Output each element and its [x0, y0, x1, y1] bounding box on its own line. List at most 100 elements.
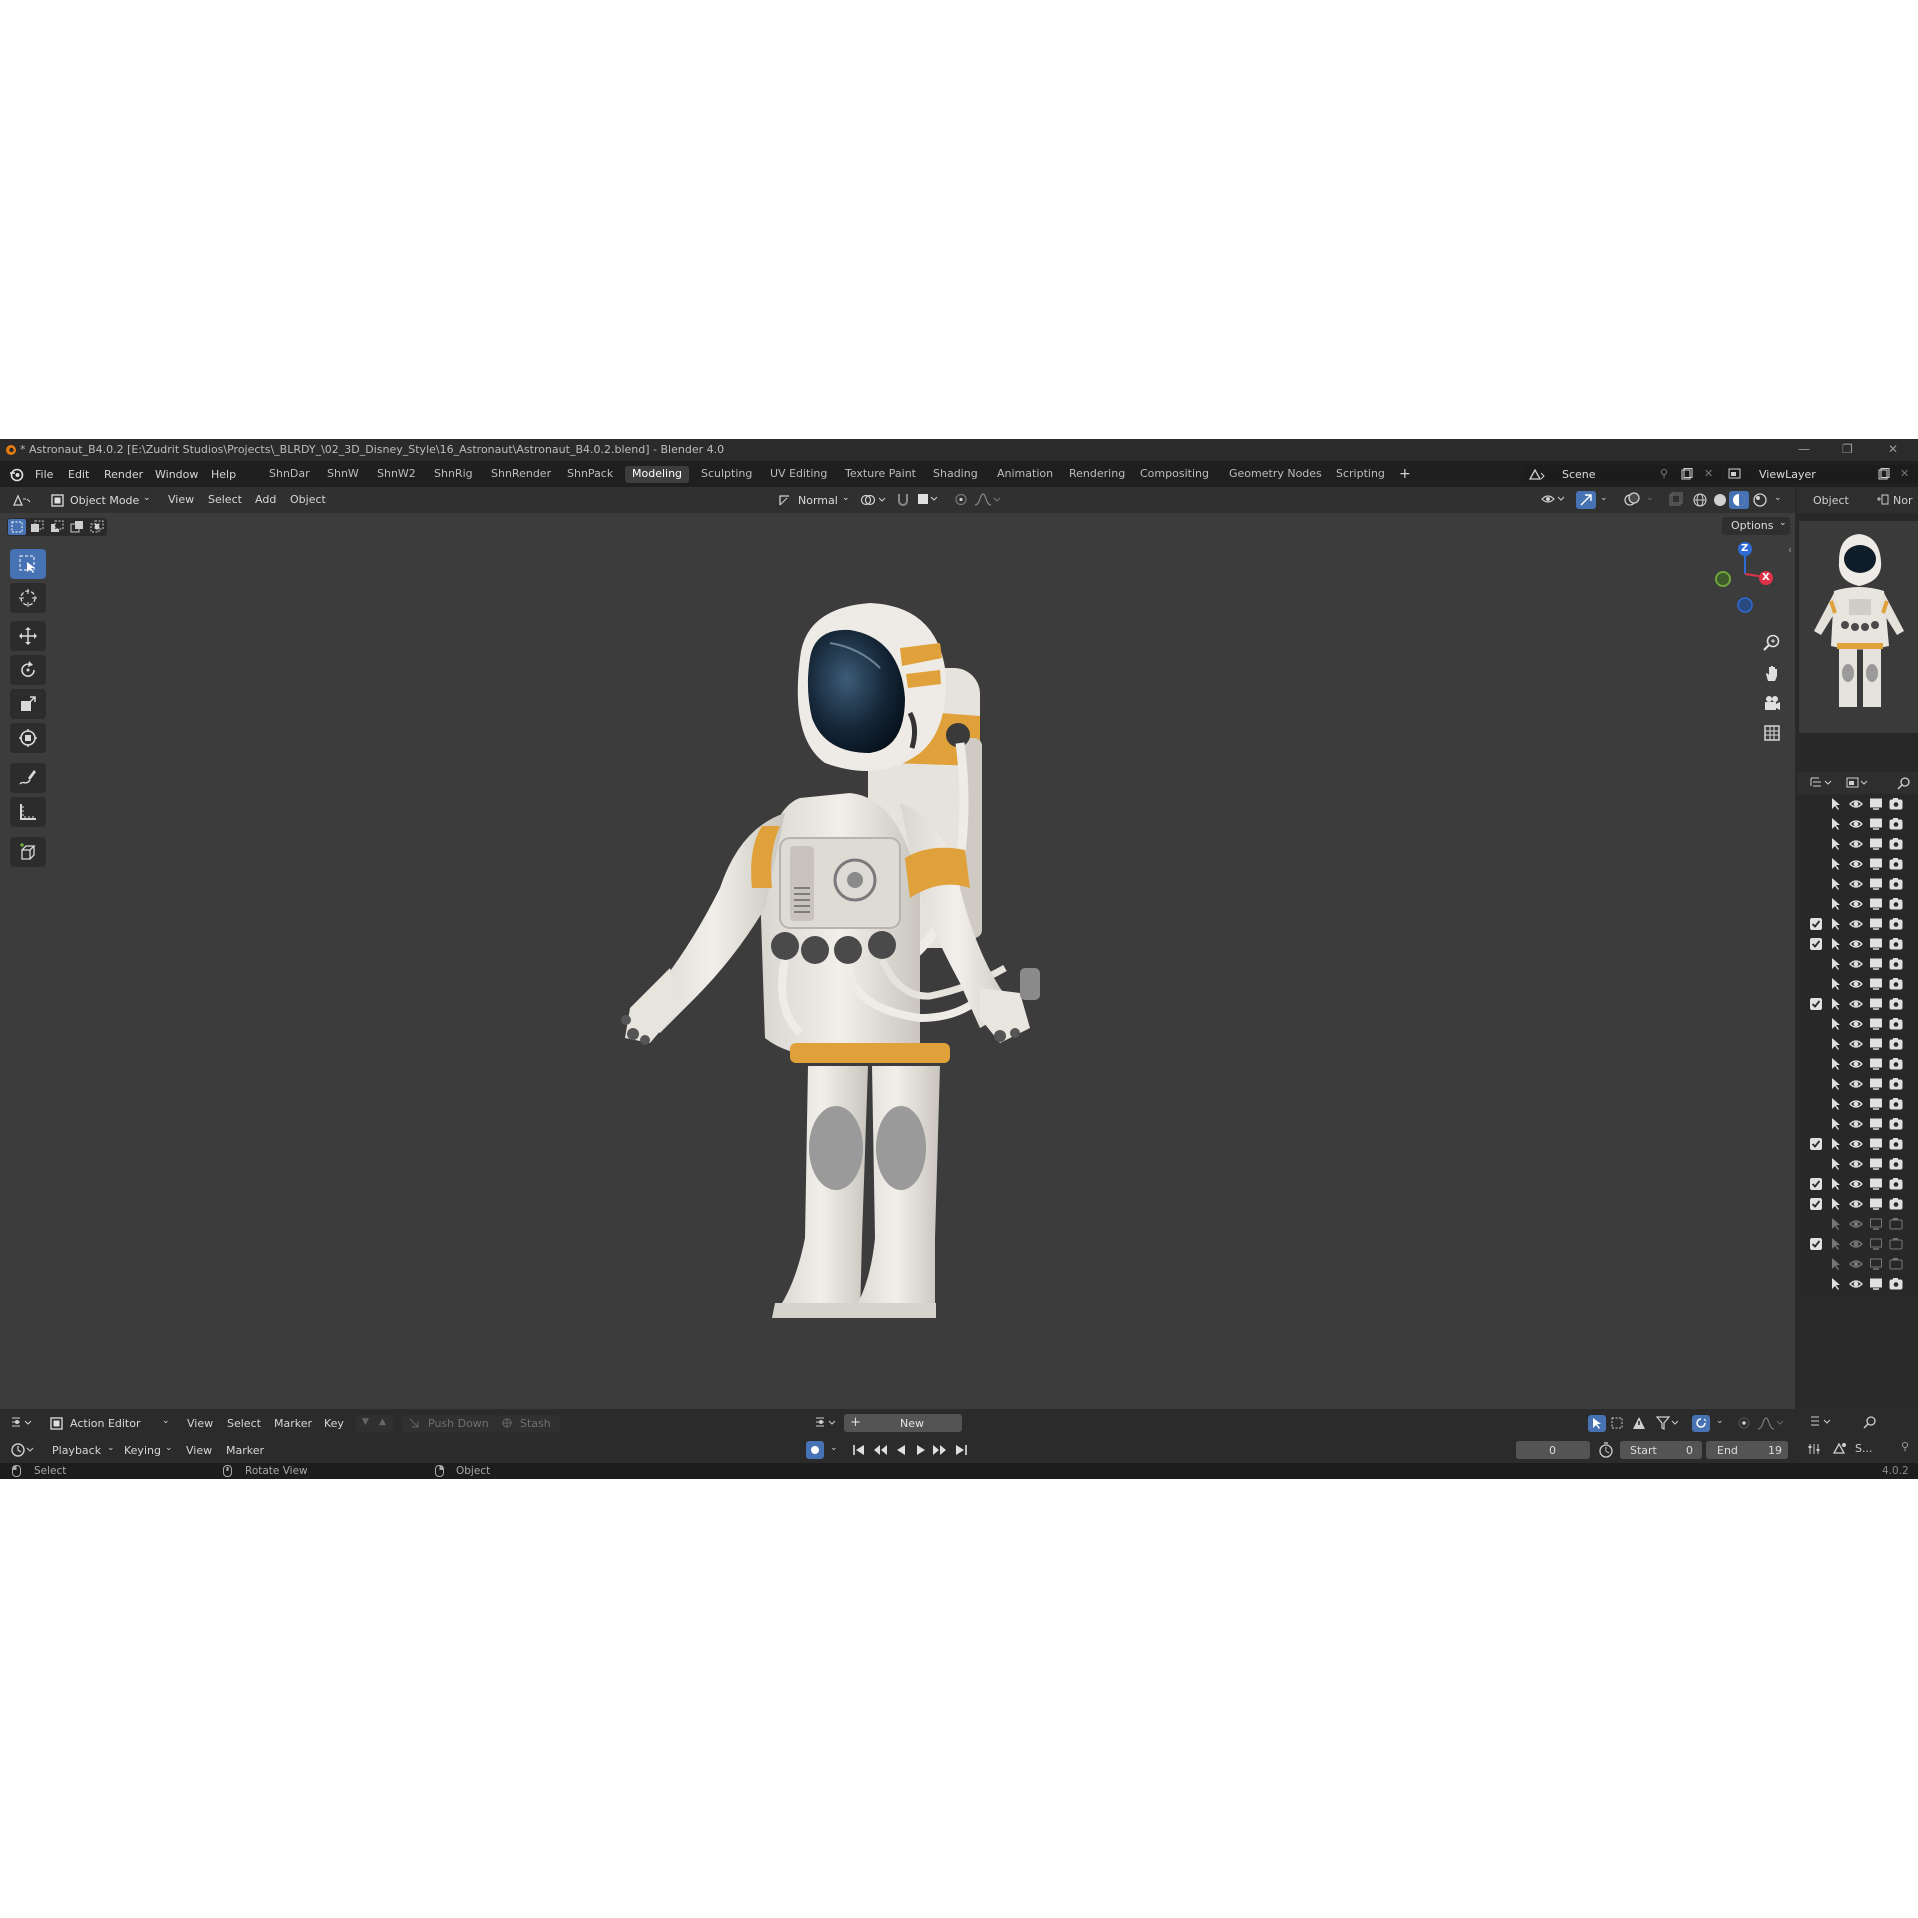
measure-tool[interactable] — [10, 797, 46, 827]
action-menu-marker[interactable]: Marker — [274, 1417, 312, 1430]
camera-render-icon[interactable] — [1889, 817, 1903, 831]
camera-render-icon[interactable] — [1889, 1257, 1903, 1271]
falloff-curve-icon[interactable] — [1757, 1416, 1785, 1430]
camera-render-icon[interactable] — [1889, 1277, 1903, 1291]
start-frame-field[interactable]: Start 0 — [1620, 1441, 1702, 1459]
outliner-row[interactable] — [1797, 1034, 1918, 1054]
minimize-button[interactable]: — — [1798, 442, 1810, 456]
rendered-shading-icon[interactable] — [1752, 492, 1768, 508]
wireframe-shading-icon[interactable] — [1692, 492, 1708, 508]
outliner-display-mode-icon[interactable] — [1809, 776, 1835, 790]
camera-render-icon[interactable] — [1889, 837, 1903, 851]
selectable-arrow-icon[interactable] — [1829, 1097, 1843, 1111]
new-action-button[interactable]: + New — [844, 1414, 962, 1432]
camera-render-icon[interactable] — [1889, 1237, 1903, 1251]
mode-selector[interactable]: Object Mode ⌄ — [48, 492, 154, 509]
selectable-arrow-icon[interactable] — [1829, 1137, 1843, 1151]
add-workspace-button[interactable]: + — [1399, 466, 1411, 482]
workspace-tab-compositing[interactable]: Compositing — [1133, 466, 1216, 483]
monitor-icon[interactable] — [1869, 997, 1883, 1011]
monitor-icon[interactable] — [1869, 1137, 1883, 1151]
tab-object[interactable]: Object — [1813, 494, 1849, 507]
outliner-row[interactable] — [1797, 1214, 1918, 1234]
view-object-types-icon[interactable] — [1540, 492, 1568, 507]
selectable-arrow-icon[interactable] — [1829, 1177, 1843, 1191]
eye-icon[interactable] — [1849, 877, 1863, 891]
workspace-tab-shnrig[interactable]: ShnRig — [427, 466, 480, 483]
outliner-row[interactable] — [1797, 1154, 1918, 1174]
monitor-icon[interactable] — [1869, 937, 1883, 951]
properties-editor-icon[interactable] — [1809, 1415, 1835, 1429]
camera-render-icon[interactable] — [1889, 1217, 1903, 1231]
move-tool[interactable] — [10, 621, 46, 651]
blender-menu-icon[interactable] — [9, 467, 24, 482]
monitor-icon[interactable] — [1869, 1117, 1883, 1131]
camera-render-icon[interactable] — [1889, 977, 1903, 991]
outliner-row[interactable] — [1797, 1134, 1918, 1154]
select-extend-icon[interactable] — [28, 519, 46, 535]
monitor-icon[interactable] — [1869, 1277, 1883, 1291]
material-preview-toggle[interactable] — [1729, 491, 1749, 509]
selectable-arrow-icon[interactable] — [1829, 1157, 1843, 1171]
monitor-icon[interactable] — [1869, 1257, 1883, 1271]
restore-button[interactable]: ❐ — [1842, 442, 1853, 456]
eye-icon[interactable] — [1849, 897, 1863, 911]
end-frame-field[interactable]: End 19 — [1706, 1441, 1788, 1459]
outliner-row[interactable] — [1797, 914, 1918, 934]
checkbox-icon[interactable] — [1809, 997, 1823, 1011]
sidebar-toggle-icon[interactable]: ‹ — [1788, 545, 1792, 556]
selectable-arrow-icon[interactable] — [1829, 1117, 1843, 1131]
eye-icon[interactable] — [1849, 817, 1863, 831]
selectable-arrow-icon[interactable] — [1829, 1017, 1843, 1031]
workspace-tab-shnrender[interactable]: ShnRender — [484, 466, 558, 483]
astronaut-model[interactable] — [600, 588, 1100, 1318]
checkbox-icon[interactable] — [1809, 1177, 1823, 1191]
viewport-menu-view[interactable]: View — [168, 493, 194, 506]
monitor-icon[interactable] — [1869, 1197, 1883, 1211]
monitor-icon[interactable] — [1869, 1217, 1883, 1231]
snap-icon[interactable] — [896, 492, 910, 507]
pan-hand-icon[interactable] — [1762, 663, 1782, 683]
select-new-icon[interactable] — [8, 519, 26, 535]
monitor-icon[interactable] — [1869, 1077, 1883, 1091]
perspective-grid-icon[interactable] — [1762, 723, 1782, 743]
eye-icon[interactable] — [1849, 1197, 1863, 1211]
camera-render-icon[interactable] — [1889, 1077, 1903, 1091]
proportional-editing-icon[interactable] — [954, 492, 968, 507]
selectable-arrow-icon[interactable] — [1829, 897, 1843, 911]
camera-render-icon[interactable] — [1889, 857, 1903, 871]
eye-icon[interactable] — [1849, 1277, 1863, 1291]
outliner-row[interactable] — [1797, 1254, 1918, 1274]
timeline-menu-keying[interactable]: Keying — [124, 1444, 161, 1457]
menu-edit[interactable]: Edit — [68, 468, 89, 481]
monitor-icon[interactable] — [1869, 1157, 1883, 1171]
outliner-row[interactable] — [1797, 934, 1918, 954]
checkbox-icon[interactable] — [1809, 917, 1823, 931]
3d-viewport[interactable]: Options ⌄ ‹ Z X — [0, 513, 1795, 1479]
eye-icon[interactable] — [1849, 1177, 1863, 1191]
eye-icon[interactable] — [1849, 1057, 1863, 1071]
selectable-arrow-icon[interactable] — [1829, 1257, 1843, 1271]
view-layer-selector[interactable]: ViewLayer ✕ — [1724, 465, 1918, 483]
timeline-menu-view[interactable]: View — [186, 1444, 212, 1457]
select-box-tool[interactable] — [10, 549, 46, 579]
annotate-tool[interactable] — [10, 763, 46, 793]
selectable-arrow-icon[interactable] — [1829, 917, 1843, 931]
pivot-point-icon[interactable] — [860, 493, 888, 507]
timeline-editor-icon[interactable] — [10, 1442, 36, 1458]
workspace-tab-uv-editing[interactable]: UV Editing — [763, 466, 834, 483]
xray-icon[interactable] — [1668, 492, 1684, 507]
proportional-dot-icon[interactable] — [1737, 1416, 1751, 1430]
outliner-row[interactable] — [1797, 794, 1918, 814]
monitor-icon[interactable] — [1869, 1057, 1883, 1071]
camera-render-icon[interactable] — [1889, 1177, 1903, 1191]
eye-icon[interactable] — [1849, 1037, 1863, 1051]
outliner-row[interactable] — [1797, 994, 1918, 1014]
delete-scene-icon[interactable]: ✕ — [1704, 467, 1713, 480]
timeline-menu-playback[interactable]: Playback — [52, 1444, 101, 1457]
play-reverse-icon[interactable] — [894, 1443, 908, 1457]
editor-type-icon[interactable] — [10, 1416, 34, 1430]
scene-short-label[interactable]: S... — [1855, 1442, 1872, 1455]
workspace-tab-shading[interactable]: Shading — [926, 466, 985, 483]
search-icon[interactable] — [1897, 776, 1911, 790]
